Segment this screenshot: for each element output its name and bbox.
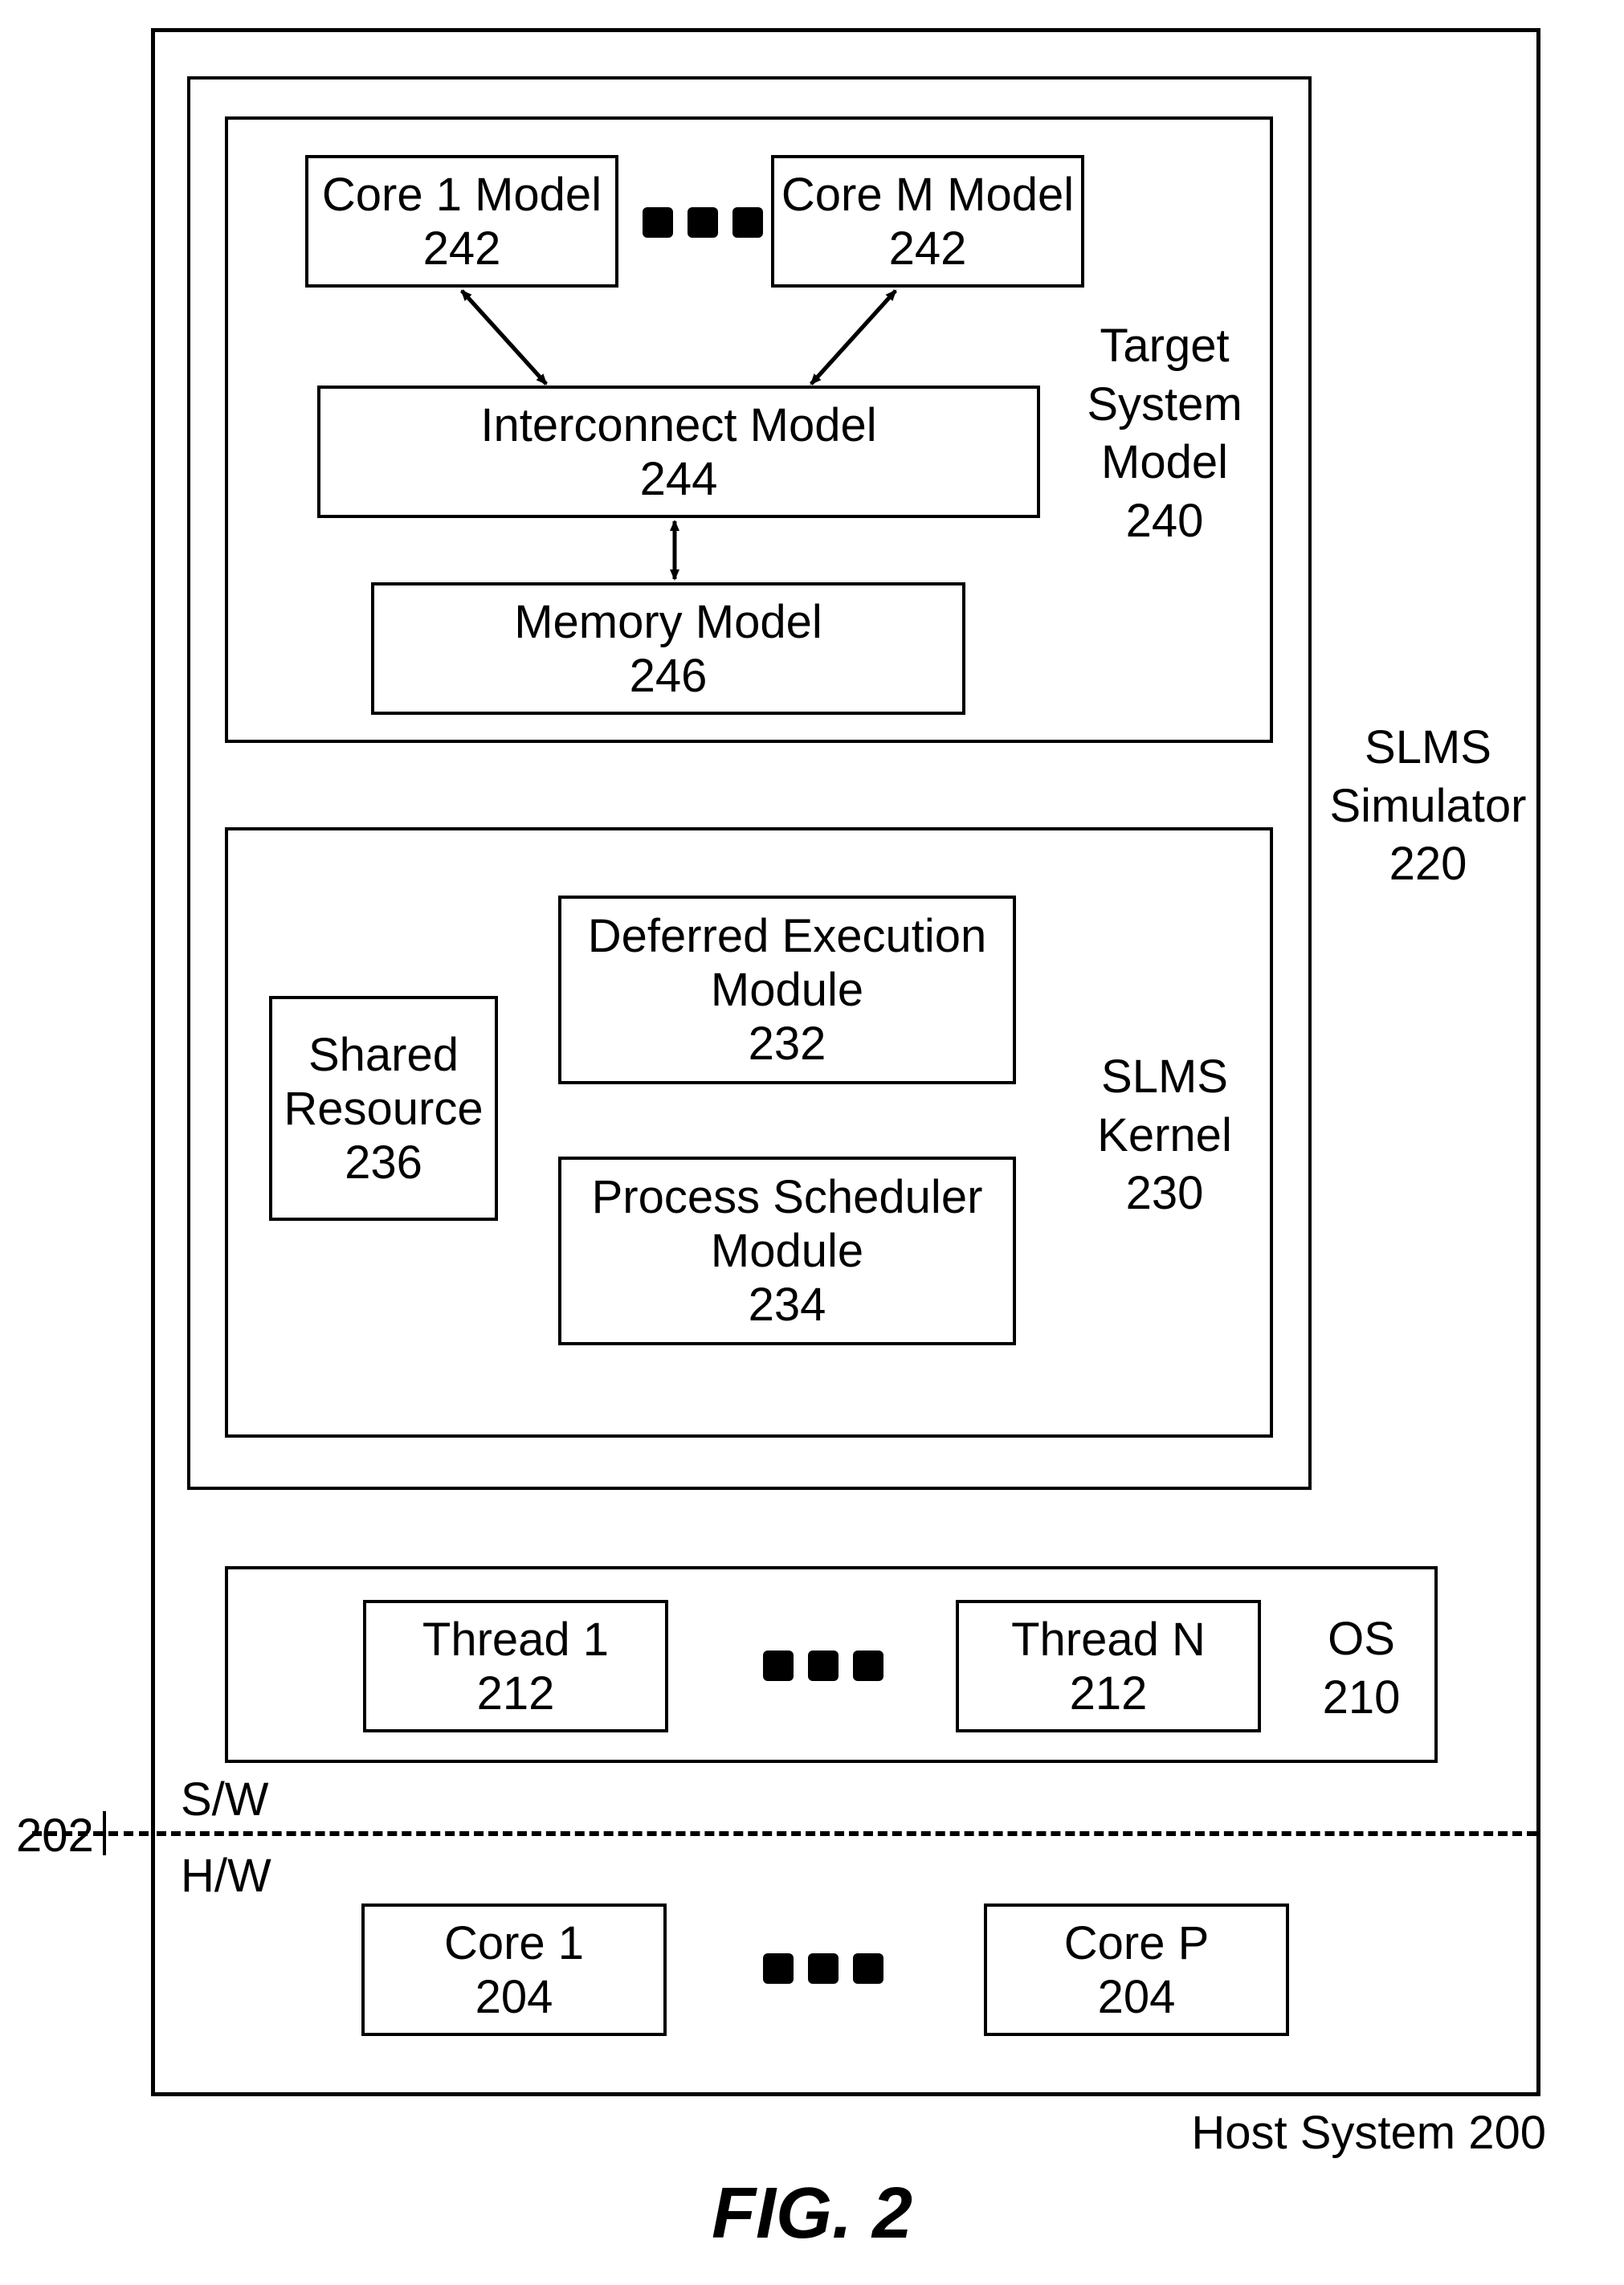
core-m-model-box: Core M Model 242 [771, 155, 1084, 288]
ref-202-label: 202 [16, 1807, 94, 1866]
thread-n-num: 212 [1070, 1667, 1148, 1720]
interconnect-model-n: 244 [640, 452, 718, 506]
core-1-model-n: 242 [423, 222, 501, 275]
memory-model-box: Memory Model 246 [371, 582, 965, 715]
sr-l2: Resource [284, 1082, 483, 1136]
slmsk-l1: SLMS [1072, 1048, 1257, 1107]
thread-1-num: 212 [477, 1667, 555, 1720]
sw-hw-divider-main [157, 1831, 1536, 1836]
slms-sim-l3: 220 [1324, 835, 1532, 894]
proc-sched-box: Process Scheduler Module 234 [558, 1157, 1016, 1345]
core-1-model-t: Core 1 Model [322, 168, 602, 222]
hw-core-p-title: Core P [1064, 1916, 1210, 1970]
target-system-model-label: Target System Model 240 [1072, 317, 1257, 550]
de-l2: Module [711, 963, 863, 1017]
ps-l1: Process Scheduler [592, 1170, 983, 1224]
tsm-l2: System [1072, 376, 1257, 435]
deferred-exec-box: Deferred Execution Module 232 [558, 896, 1016, 1084]
figure-caption: FIG. 2 [0, 2169, 1624, 2259]
slms-sim-l2: Simulator [1324, 777, 1532, 836]
ref-202-tick [103, 1811, 106, 1855]
thread-ellipsis [763, 1651, 883, 1681]
hw-core-1-box: Core 1 204 [361, 1903, 667, 2036]
host-system-label: Host System 200 [1161, 2104, 1546, 2163]
ps-l2: Module [711, 1224, 863, 1278]
slmsk-l3: 230 [1072, 1165, 1257, 1223]
core-model-ellipsis [643, 207, 763, 238]
interconnect-model-box: Interconnect Model 244 [317, 386, 1040, 518]
memory-model-n: 246 [630, 649, 708, 703]
slms-sim-l1: SLMS [1324, 719, 1532, 777]
thread-1-box: Thread 1 212 [363, 1600, 668, 1732]
hw-label: H/W [181, 1847, 271, 1906]
core-m-model-t: Core M Model [781, 168, 1074, 222]
ps-l3: 234 [749, 1278, 826, 1332]
hw-core-1-num: 204 [475, 1970, 553, 2024]
core-m-model-n: 242 [889, 222, 967, 275]
sr-l1: Shared [308, 1028, 459, 1082]
slmsk-l2: Kernel [1072, 1107, 1257, 1165]
tsm-l3: Model [1072, 434, 1257, 492]
os-label-line2: 210 [1301, 1669, 1422, 1728]
thread-n-box: Thread N 212 [956, 1600, 1261, 1732]
os-label: OS 210 [1301, 1610, 1422, 1727]
slms-kernel-label: SLMS Kernel 230 [1072, 1048, 1257, 1223]
interconnect-model-t: Interconnect Model [480, 398, 876, 452]
thread-1-title: Thread 1 [422, 1613, 609, 1667]
sw-label: S/W [181, 1771, 269, 1830]
tsm-l4: 240 [1072, 492, 1257, 551]
hw-core-ellipsis [763, 1953, 883, 1984]
os-label-line1: OS [1301, 1610, 1422, 1669]
hw-core-p-box: Core P 204 [984, 1903, 1289, 2036]
shared-resource-box: Shared Resource 236 [269, 996, 498, 1221]
slms-simulator-label: SLMS Simulator 220 [1324, 719, 1532, 894]
hw-core-1-title: Core 1 [444, 1916, 584, 1970]
thread-n-title: Thread N [1011, 1613, 1206, 1667]
de-l1: Deferred Execution [588, 909, 986, 963]
core-1-model-box: Core 1 Model 242 [305, 155, 618, 288]
tsm-l1: Target [1072, 317, 1257, 376]
hw-core-p-num: 204 [1098, 1970, 1176, 2024]
sr-l3: 236 [345, 1136, 422, 1189]
de-l3: 232 [749, 1017, 826, 1071]
memory-model-t: Memory Model [514, 595, 822, 649]
